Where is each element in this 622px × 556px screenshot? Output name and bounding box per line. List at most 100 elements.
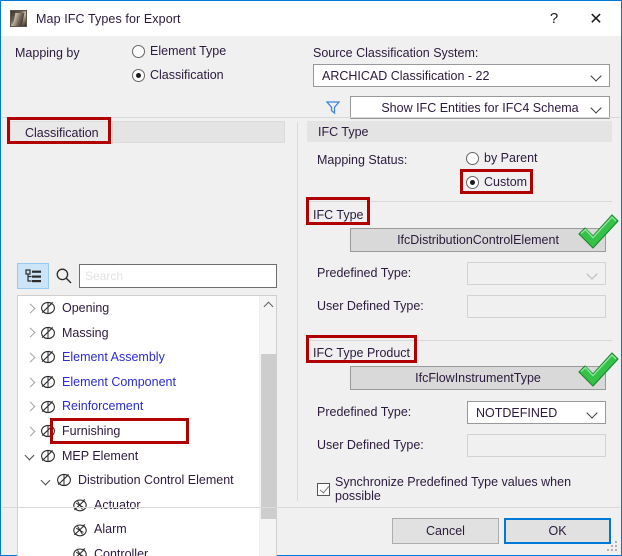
- chevron-right-icon[interactable]: [24, 326, 37, 339]
- radio-custom-label: Custom: [484, 175, 528, 189]
- footer-divider: [2, 507, 620, 508]
- tree-item-massing[interactable]: Massing: [18, 321, 260, 346]
- classification-group-icon: [39, 399, 57, 415]
- radio-custom[interactable]: Custom: [466, 175, 527, 189]
- classification-group-icon: [39, 423, 57, 439]
- tree-item-alarm[interactable]: Alarm: [18, 517, 260, 542]
- help-button[interactable]: ?: [533, 1, 575, 36]
- checkbox-indicator: [317, 482, 330, 496]
- panel-divider: [297, 122, 298, 501]
- tree-item-label: Distribution Control Element: [78, 473, 234, 488]
- chevron-down-icon: [592, 71, 601, 80]
- tree-item-label: Element Component: [62, 374, 176, 389]
- chevron-down-icon[interactable]: [40, 474, 53, 487]
- section-divider-1: [307, 201, 612, 202]
- ifc-type-value-dropdown[interactable]: IfcDistributionControlElement: [350, 228, 606, 252]
- tree-item-controller[interactable]: Controller: [18, 542, 260, 556]
- cancel-button[interactable]: Cancel: [392, 518, 499, 544]
- cancel-label: Cancel: [426, 524, 465, 538]
- tree-item-opening[interactable]: Opening: [18, 296, 260, 321]
- radio-by-parent-indicator: [466, 151, 479, 165]
- classification-tree[interactable]: Opening Massing Element Assembly Element Co…: [17, 295, 277, 556]
- triangle-right-icon: [594, 236, 599, 244]
- map-ifc-types-dialog: Map IFC Types for Export ? ✕ Mapping by …: [0, 0, 622, 556]
- ifc-type-section-header-label: IFC Type: [318, 124, 369, 139]
- tree-item-label: Controller: [94, 546, 149, 556]
- classification-group-icon: [39, 300, 57, 316]
- predefined-type-label-1: Predefined Type:: [317, 266, 412, 280]
- tree-item-label: Opening: [62, 301, 110, 316]
- radio-classification-label: Classification: [150, 68, 224, 82]
- radio-element-type-indicator: [132, 44, 145, 58]
- user-defined-type-label-1: User Defined Type:: [317, 299, 424, 313]
- chevron-right-icon[interactable]: [24, 351, 37, 364]
- chevron-down-icon: [592, 103, 601, 112]
- predefined-type-value-2: NOTDEFINED: [476, 405, 558, 420]
- user-defined-type-input-2[interactable]: [467, 434, 606, 457]
- chevron-right-icon[interactable]: [24, 400, 37, 413]
- source-classification-label: Source Classification System:: [313, 46, 479, 60]
- tree-view-icon[interactable]: [17, 263, 49, 289]
- radio-custom-indicator: [466, 175, 479, 189]
- tree-item-distribution-control-element[interactable]: Distribution Control Element: [18, 468, 260, 493]
- tab-classification-label: Classification: [25, 126, 99, 140]
- chevron-down-icon: [588, 269, 597, 278]
- window-title: Map IFC Types for Export: [36, 11, 181, 26]
- ifc-type-product-value-dropdown[interactable]: IfcFlowInstrumentType: [350, 366, 606, 390]
- radio-element-type[interactable]: Element Type: [132, 44, 226, 58]
- search-input[interactable]: [79, 264, 277, 288]
- chevron-right-icon[interactable]: [24, 376, 37, 389]
- tree-item-label: Alarm: [94, 522, 127, 537]
- radio-by-parent-label: by Parent: [484, 151, 538, 165]
- radio-classification-indicator: [132, 68, 145, 82]
- filter-icon[interactable]: [325, 99, 341, 115]
- title-bar: Map IFC Types for Export ? ✕: [1, 1, 621, 36]
- tree-item-element-assembly[interactable]: Element Assembly: [18, 345, 260, 370]
- triangle-right-icon: [594, 374, 599, 382]
- tree-item-label: Reinforcement: [62, 399, 144, 414]
- classification-leaf-icon: [71, 497, 89, 513]
- mapping-by-section: Mapping by Element Type Classification S…: [2, 36, 620, 119]
- tree-item-element-component[interactable]: Element Component: [18, 370, 260, 395]
- classification-panel: Classification Opening Massing Element Ass…: [2, 118, 293, 556]
- classification-group-icon: [39, 448, 57, 464]
- tree-item-mep-element[interactable]: MEP Element: [18, 444, 260, 469]
- search-icon[interactable]: [55, 267, 73, 285]
- source-classification-dropdown[interactable]: ARCHICAD Classification - 22: [313, 64, 610, 87]
- tree-item-reinforcement[interactable]: Reinforcement: [18, 394, 260, 419]
- tree-item-label: Massing: [62, 325, 109, 340]
- classification-tree-list: Opening Massing Element Assembly Element Co…: [18, 296, 260, 556]
- close-icon[interactable]: ✕: [575, 1, 617, 36]
- predefined-type-dropdown-1[interactable]: [467, 262, 606, 285]
- tree-item-furnishing[interactable]: Furnishing: [18, 419, 260, 444]
- classification-group-icon: [39, 349, 57, 365]
- radio-by-parent[interactable]: by Parent: [466, 151, 538, 165]
- classification-group-icon: [55, 472, 73, 488]
- tree-item-label: Furnishing: [62, 424, 121, 439]
- sync-predefined-type-checkbox[interactable]: Synchronize Predefined Type values when …: [317, 475, 620, 503]
- section-divider-2: [307, 340, 612, 341]
- tree-item-label: MEP Element: [62, 448, 139, 463]
- classification-group-icon: [39, 325, 57, 341]
- chevron-down-icon: [588, 408, 597, 417]
- archicad-icon: [10, 10, 27, 27]
- ifc-schema-filter-dropdown[interactable]: Show IFC Entities for IFC4 Schema: [350, 96, 610, 119]
- predefined-type-dropdown-2[interactable]: NOTDEFINED: [467, 401, 606, 424]
- ifc-schema-filter-value: Show IFC Entities for IFC4 Schema: [381, 100, 579, 115]
- chevron-down-icon[interactable]: [24, 449, 37, 462]
- scrollbar-thumb[interactable]: [261, 354, 276, 519]
- scroll-up-icon[interactable]: [260, 296, 276, 313]
- chevron-right-icon[interactable]: [24, 302, 37, 315]
- resize-grip[interactable]: [607, 541, 618, 552]
- chevron-right-icon[interactable]: [24, 425, 37, 438]
- user-defined-type-input-1[interactable]: [467, 295, 606, 318]
- tree-item-actuator[interactable]: Actuator: [18, 493, 260, 518]
- ifc-type-section-header: IFC Type: [307, 121, 612, 142]
- tab-classification[interactable]: Classification: [11, 122, 113, 144]
- tree-scrollbar[interactable]: [259, 296, 276, 556]
- tree-item-label: Element Assembly: [62, 350, 165, 365]
- ok-button[interactable]: OK: [504, 518, 611, 544]
- radio-classification[interactable]: Classification: [132, 68, 224, 82]
